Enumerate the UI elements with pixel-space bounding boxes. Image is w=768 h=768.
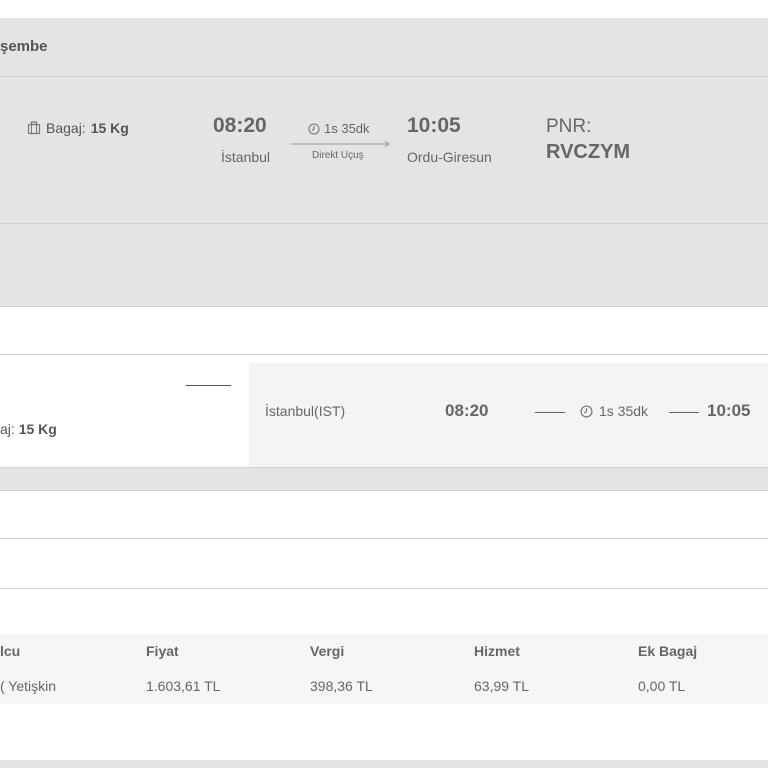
arrival-time: 10:05	[407, 114, 461, 137]
detail-baggage: aj: 15 Kg	[0, 421, 57, 437]
detail-arrival-time: 10:05	[707, 401, 751, 420]
departure-time: 08:20	[213, 114, 267, 137]
detail-left-panel: aj: 15 Kg	[0, 363, 249, 467]
divider	[0, 306, 768, 307]
clock-icon	[580, 404, 593, 418]
divider	[0, 354, 768, 355]
header-tax: Vergi	[310, 643, 345, 659]
detail-baggage-label: aj:	[0, 421, 15, 437]
cell-passenger: ( Yetişkin	[0, 678, 57, 694]
dash-line	[669, 412, 699, 413]
baggage-info: Bagaj: 15 Kg	[27, 120, 129, 136]
header-price: Fiyat	[146, 643, 179, 659]
section-band	[0, 224, 768, 306]
arrival-city: Ordu-Giresun	[407, 149, 492, 165]
pnr-code: RVCZYM	[546, 141, 631, 163]
detail-baggage-value: 15 Kg	[18, 421, 57, 437]
departure-city: İstanbul	[221, 149, 271, 165]
cell-service: 63,99 TL	[474, 678, 530, 694]
baggage-value: 15 Kg	[90, 120, 129, 136]
date-header-text: şembe	[0, 38, 48, 55]
departure-airport: İstanbul(IST)	[265, 403, 346, 419]
flight-type: Direkt Uçuş	[312, 150, 364, 161]
price-table: lcu Fiyat Vergi Hizmet Ek Bagaj ( Yetişk…	[0, 634, 768, 704]
flight-duration: 1s 35dk	[308, 121, 370, 136]
pnr-label: PNR:	[546, 116, 592, 137]
footer-band	[0, 760, 768, 768]
separator-line	[186, 385, 231, 386]
detail-duration: 1s 35dk	[580, 403, 648, 419]
clock-icon	[308, 122, 320, 135]
header-passenger: lcu	[0, 643, 21, 659]
section-band	[0, 468, 768, 490]
detail-right-panel: İstanbul(IST) 08:20 1s 35dk 10:05	[249, 363, 768, 467]
arrow-right-icon	[291, 140, 390, 148]
divider	[0, 490, 768, 491]
flight-summary: Bagaj: 15 Kg 08:20 İstanbul 1s 35dk Dire…	[0, 77, 768, 223]
detail-departure-time: 08:20	[445, 401, 489, 420]
divider	[0, 538, 768, 539]
duration-text: 1s 35dk	[324, 121, 370, 136]
baggage-label: Bagaj:	[46, 120, 86, 136]
flight-detail: aj: 15 Kg İstanbul(IST) 08:20 1s 35dk 10…	[0, 363, 768, 467]
divider	[0, 588, 768, 589]
cell-tax: 398,36 TL	[310, 678, 373, 694]
header-service: Hizmet	[474, 643, 520, 659]
header-extra-baggage: Ek Bagaj	[638, 643, 698, 659]
detail-duration-text: 1s 35dk	[599, 403, 649, 419]
suitcase-icon	[27, 121, 41, 135]
date-header: şembe	[0, 18, 768, 76]
dash-line	[535, 412, 565, 413]
cell-extra-baggage: 0,00 TL	[638, 678, 686, 694]
cell-price: 1.603,61 TL	[146, 678, 221, 694]
